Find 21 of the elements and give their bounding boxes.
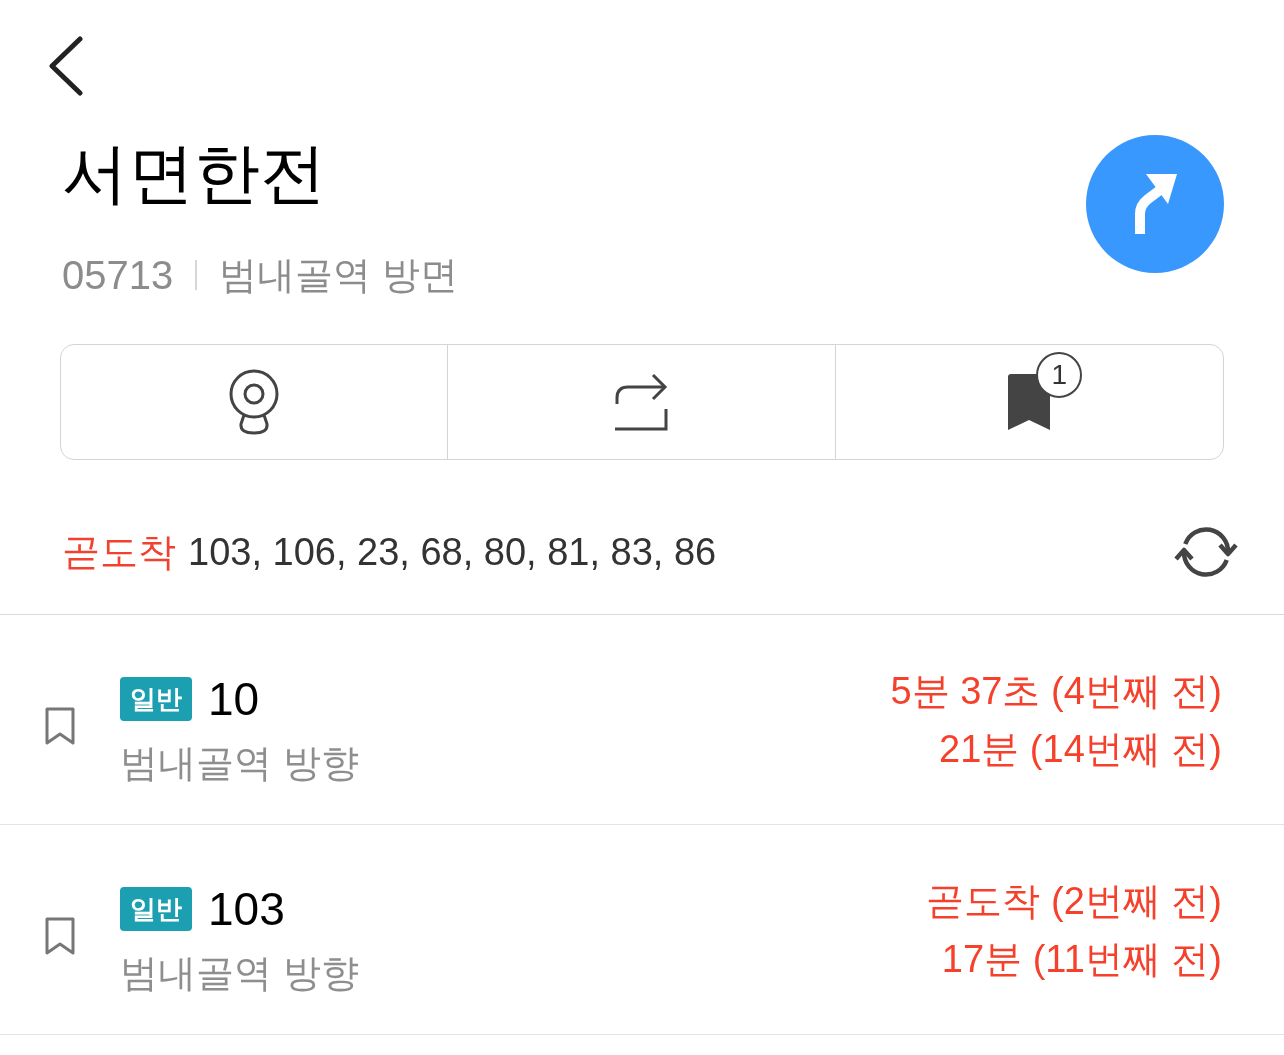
route-number: 103: [208, 883, 285, 934]
route-type-badge: 일반: [120, 676, 192, 721]
arrival-time: 17분 (11번째 전): [941, 936, 1222, 982]
arrival-time: 21분 (14번째 전): [939, 726, 1222, 772]
stop-direction: 범내골역 방면: [219, 253, 458, 298]
arriving-soon-routes: 103, 106, 23, 68, 80, 81, 83, 86: [188, 530, 717, 575]
stop-name: 서면한전: [62, 135, 327, 212]
stop-number: 05713: [62, 252, 174, 299]
route-direction: 범내골역 방향: [120, 950, 359, 996]
arrival-time: 곧도착 (2번째 전): [926, 878, 1222, 924]
arriving-soon-label: 곧도착: [62, 530, 176, 575]
turn-right-arrow-icon: [1132, 172, 1178, 236]
share-icon: [613, 372, 670, 432]
webcam-icon: [228, 368, 281, 436]
bookmark-count-badge: 1: [1036, 352, 1083, 398]
back-icon: [46, 36, 84, 96]
route-type-badge: 일반: [120, 886, 192, 931]
route-number: 10: [208, 673, 260, 724]
bookmark-icon: [1006, 372, 1053, 432]
route-direction: 범내골역 방향: [120, 740, 359, 786]
arrival-time: 5분 37초 (4번째 전): [890, 668, 1222, 714]
